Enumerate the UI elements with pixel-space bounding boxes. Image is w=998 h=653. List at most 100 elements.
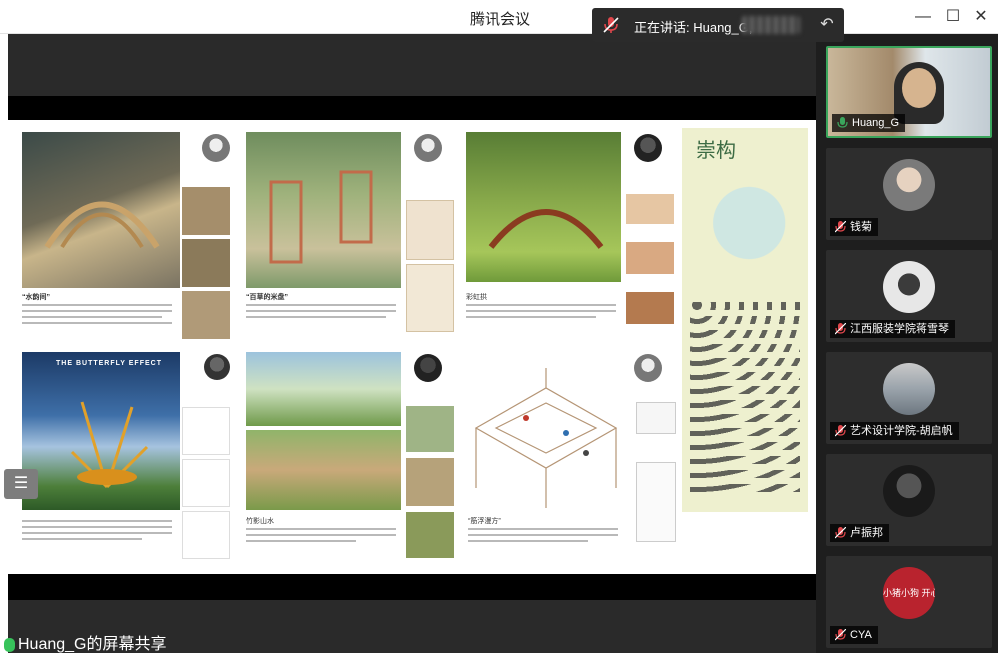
- list-icon[interactable]: ☰: [4, 469, 38, 499]
- text-line: [468, 528, 618, 530]
- sharer-label: Huang_G的屏幕共享: [4, 636, 167, 653]
- grid-structure: [474, 368, 618, 508]
- detail-image: [182, 291, 230, 339]
- participant-name: Huang_G: [832, 114, 906, 132]
- participant-avatar: [883, 159, 935, 211]
- sketch-image: [182, 459, 230, 507]
- share-arrow-icon[interactable]: ↶: [814, 12, 840, 38]
- designer-avatar: [414, 354, 442, 382]
- detail-image: [626, 292, 674, 324]
- close-icon[interactable]: ✕: [966, 4, 996, 30]
- text-line: [22, 538, 142, 540]
- speaking-indicator: 正在讲话: Huang_G; ↶: [592, 8, 844, 42]
- rainbow-arch: [488, 209, 604, 249]
- participant-tile[interactable]: 艺术设计学院-胡启帆: [826, 352, 992, 444]
- participant-tile[interactable]: 卢振邦: [826, 454, 992, 546]
- butterfly-title: THE BUTTERFLY EFFECT: [56, 360, 162, 367]
- text-line: [22, 532, 172, 534]
- poster-title: 崇构: [696, 138, 736, 162]
- sketch-image: [182, 407, 230, 455]
- screen-share-area: “水韵间” “百草的米盘” 彩虹拱 崇构 THE BUTTERFLY EFFEC…: [8, 34, 816, 653]
- caption: 彩虹拱: [466, 294, 487, 301]
- app-title: 腾讯会议: [470, 11, 531, 28]
- designer-avatar: [414, 134, 442, 162]
- speaking-text: 正在讲话: Huang_G;: [634, 20, 753, 35]
- participant-avatar: [883, 261, 935, 313]
- minimize-icon[interactable]: —: [908, 4, 938, 30]
- text-line: [22, 322, 172, 324]
- participant-name: CYA: [830, 626, 878, 644]
- poster-member-grid: [690, 298, 800, 498]
- mic-muted-icon: [835, 221, 846, 233]
- participant-tile[interactable]: 钱菊: [826, 148, 992, 240]
- wooden-frames: [269, 170, 373, 264]
- text-line: [466, 310, 616, 312]
- arch-structure: [44, 201, 160, 249]
- participant-sidebar: Huang_G 钱菊 江西服装学院蒋雪琴 艺术设计学院-胡启帆 卢振邦 小猪小狗…: [816, 34, 998, 653]
- letterbox-bottom: [8, 574, 816, 600]
- designer-avatar: [204, 354, 230, 380]
- participant-name: 江西服装学院蒋雪琴: [830, 320, 955, 338]
- caption: “百草的米盘”: [246, 294, 288, 301]
- text-line: [246, 316, 386, 318]
- mic-muted-icon: [835, 425, 846, 437]
- text-line: [246, 528, 396, 530]
- participant-avatar: 小猪小狗 开心: [883, 567, 935, 619]
- poster: 崇构: [682, 128, 808, 512]
- title-bar: 腾讯会议 — ☐ ✕: [0, 0, 998, 34]
- detail-drawing: [406, 200, 454, 260]
- detail-drawing: [636, 402, 676, 434]
- text-line: [246, 304, 396, 306]
- participant-avatar: [883, 363, 935, 415]
- designer-avatar: [202, 134, 230, 162]
- caption: 竹影山水: [246, 518, 274, 525]
- mic-muted-icon: [603, 17, 619, 33]
- detail-image: [182, 239, 230, 287]
- participant-name: 艺术设计学院-胡启帆: [830, 422, 959, 440]
- mic-muted-icon: [835, 527, 846, 539]
- text-line: [468, 540, 588, 542]
- shared-slide: “水韵间” “百草的米盘” 彩虹拱 崇构 THE BUTTERFLY EFFEC…: [8, 120, 816, 574]
- participant-name: 卢振邦: [830, 524, 889, 542]
- detail-drawing: [406, 264, 454, 332]
- text-line: [468, 534, 618, 536]
- sketch-image: [182, 511, 230, 559]
- detail-drawing: [636, 462, 676, 542]
- project-image: [246, 352, 401, 426]
- caption: “筋浮漫方”: [468, 518, 501, 525]
- text-line: [246, 310, 396, 312]
- text-line: [22, 526, 172, 528]
- project-image: [246, 430, 401, 510]
- text-line: [22, 310, 172, 312]
- mic-on-icon: [4, 637, 15, 652]
- video-face: [902, 68, 936, 108]
- mic-on-icon: [837, 117, 848, 128]
- detail-image: [626, 242, 674, 274]
- participant-tile[interactable]: Huang_G: [826, 46, 992, 138]
- text-line: [22, 520, 172, 522]
- butterfly-sculpture: [70, 401, 149, 489]
- detail-image: [406, 406, 454, 452]
- letterbox-top: [8, 96, 816, 120]
- poster-illustration: [692, 168, 796, 278]
- detail-image: [182, 187, 230, 235]
- caption: “水韵间”: [22, 294, 50, 301]
- participant-avatar: [883, 465, 935, 517]
- designer-avatar: [634, 134, 662, 162]
- blurred-names: [742, 16, 800, 34]
- text-line: [22, 316, 162, 318]
- detail-image: [626, 194, 674, 224]
- text-line: [246, 540, 356, 542]
- detail-image: [406, 512, 454, 558]
- designer-avatar: [634, 354, 662, 382]
- maximize-icon[interactable]: ☐: [938, 4, 968, 30]
- detail-image: [406, 458, 454, 506]
- mic-muted-icon: [835, 323, 846, 335]
- text-line: [246, 534, 396, 536]
- participant-tile[interactable]: 江西服装学院蒋雪琴: [826, 250, 992, 342]
- text-line: [466, 304, 616, 306]
- text-line: [22, 304, 172, 306]
- participant-name: 钱菊: [830, 218, 878, 236]
- participant-tile[interactable]: 小猪小狗 开心 CYA: [826, 556, 992, 648]
- text-line: [466, 316, 596, 318]
